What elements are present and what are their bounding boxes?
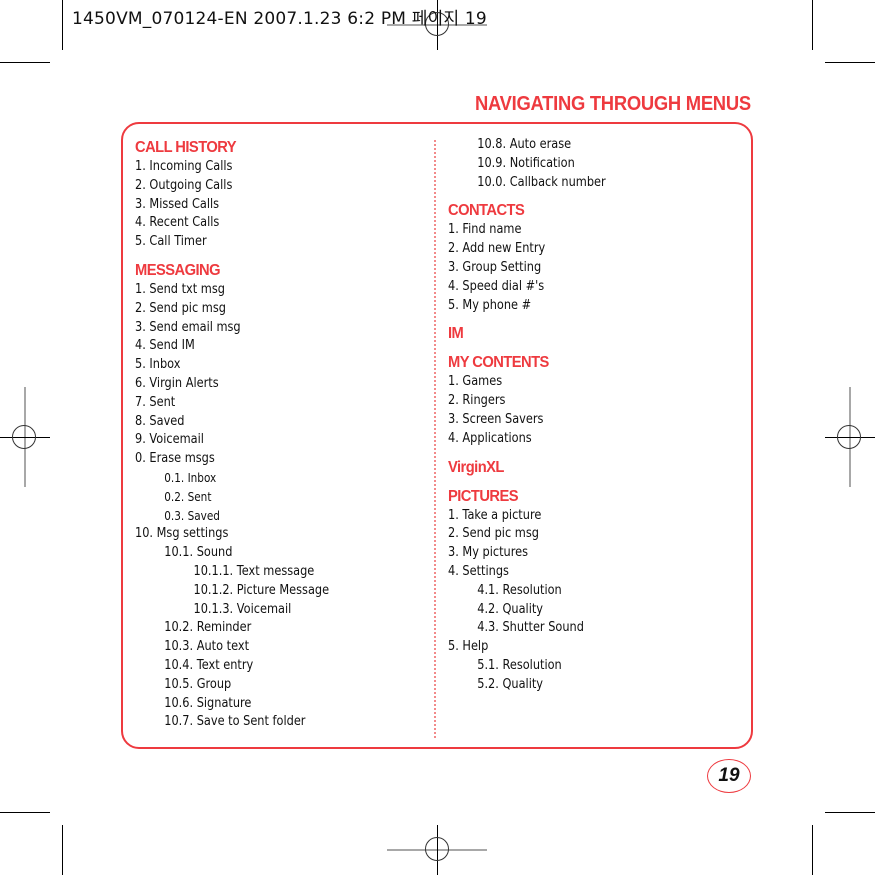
menu-item: 2. Outgoing Calls [135, 177, 233, 193]
menu-item: 0.1. Inbox [164, 470, 217, 485]
menu-item: 2. Send pic msg [135, 300, 226, 316]
menu-item: 3. Missed Calls [135, 196, 220, 212]
menu-item: 0.3. Saved [164, 508, 220, 523]
menu-item: 10.4. Text entry [164, 657, 254, 673]
menu-item: 5. My phone # [448, 297, 532, 313]
menu-item: 4. Recent Calls [135, 215, 220, 231]
print-slug: 1450VM_070124-EN 2007.1.23 6:2 PM 페이지 19 [72, 9, 487, 29]
section-heading: PICTURES [448, 487, 519, 505]
menu-item: 4. Settings [448, 563, 509, 579]
menu-item: 10.9. Notification [477, 155, 575, 171]
page-number: 19 [707, 759, 751, 793]
crop-mark [62, 0, 63, 50]
menu-item: 1. Take a picture [448, 507, 542, 523]
menu-item: 2. Add new Entry [448, 241, 546, 257]
menu-column-left: CALL HISTORY 1. Incoming Calls 2. Outgoing… [135, 138, 361, 732]
menu-item: 10.8. Auto erase [477, 137, 572, 152]
menu-item: 10. Msg settings [135, 526, 229, 542]
menu-item: 9. Voicemail [135, 432, 204, 448]
menu-item: 10.1.2. Picture Message [193, 582, 330, 598]
menu-item: 10.0. Callback number [477, 174, 606, 190]
menu-item: 1. Send txt msg [135, 281, 225, 297]
crop-mark [825, 62, 875, 63]
menu-item: 5. Inbox [135, 357, 181, 373]
crop-mark [62, 825, 63, 875]
crop-mark [825, 812, 875, 813]
menu-item: 5.2. Quality [477, 676, 544, 692]
menu-item: 6. Virgin Alerts [135, 375, 219, 391]
menu-item: 1. Incoming Calls [135, 159, 233, 174]
section-heading: CALL HISTORY [135, 139, 237, 156]
menu-item: 3. Send email msg [135, 319, 241, 335]
menu-item: 5.1. Resolution [477, 657, 562, 673]
menu-column-right: 10.8. Auto erase 10.9. Notification 10.0. … [448, 136, 631, 695]
menu-item: 4.1. Resolution [477, 582, 562, 598]
menu-item: 3. Screen Savers [448, 411, 544, 427]
menu-item: 4. Send IM [135, 338, 195, 354]
menu-item: 10.7. Save to Sent folder [164, 714, 306, 730]
menu-item: 4.3. Shutter Sound [477, 620, 584, 636]
menu-item: 2. Send pic msg [448, 526, 539, 542]
crop-mark [0, 812, 50, 813]
section-heading: IM [448, 325, 464, 343]
menu-item: 3. My pictures [448, 545, 529, 561]
menu-item: 10.1. Sound [164, 545, 233, 561]
menu-item: 5. Help [448, 639, 489, 655]
menu-item: 10.1.1. Text message [193, 563, 315, 579]
menu-item: 7. Sent [135, 394, 176, 410]
column-divider [434, 140, 436, 738]
menu-item: 0.2. Sent [164, 489, 212, 504]
section-heading: MY CONTENTS [448, 354, 549, 372]
menu-item: 1. Find name [448, 222, 522, 238]
menu-item: 8. Saved [135, 413, 185, 429]
section-heading: MESSAGING [135, 261, 221, 279]
crop-mark [812, 825, 813, 875]
crop-mark [0, 62, 50, 63]
menu-item: 10.6. Signature [164, 695, 252, 711]
menu-item: 4. Applications [448, 430, 532, 446]
page-title: NAVIGATING THROUGH MENUS [475, 93, 751, 115]
menu-item: 10.3. Auto text [164, 639, 250, 655]
menu-item: 1. Games [448, 374, 503, 390]
menu-item: 10.2. Reminder [164, 620, 252, 636]
menu-item: 4.2. Quality [477, 601, 544, 617]
crop-mark [812, 0, 813, 50]
menu-item: 10.5. Group [164, 676, 232, 692]
menu-item: 4. Speed dial #'s [448, 278, 545, 294]
menu-item: 0. Erase msgs [135, 451, 215, 467]
menu-item: 3. Group Setting [448, 259, 542, 275]
menu-item: 10.1.3. Voicemail [193, 601, 292, 617]
menu-item: 2. Ringers [448, 393, 506, 409]
section-heading: CONTACTS [448, 202, 525, 220]
menu-item: 5. Call Timer [135, 234, 207, 250]
section-heading: VirginXL [448, 458, 504, 476]
